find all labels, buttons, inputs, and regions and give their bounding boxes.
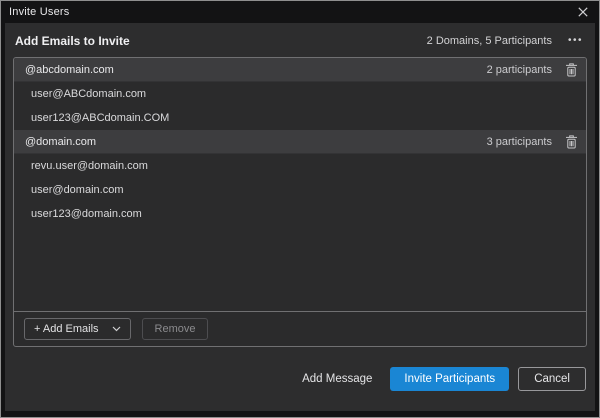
delete-domain-button[interactable] bbox=[562, 133, 580, 151]
domains-participants-summary: 2 Domains, 5 Participants bbox=[427, 35, 552, 47]
add-emails-button[interactable]: + Add Emails bbox=[24, 318, 131, 340]
participant-count: 3 participants bbox=[487, 136, 552, 148]
email-address: revu.user@domain.com bbox=[31, 160, 148, 172]
email-address: user123@ABCdomain.COM bbox=[31, 112, 169, 124]
close-icon bbox=[578, 7, 588, 17]
participant-count: 2 participants bbox=[487, 64, 552, 76]
trash-icon bbox=[565, 135, 578, 149]
domain-label: @domain.com bbox=[25, 136, 96, 148]
email-list-item[interactable]: user@domain.com bbox=[14, 178, 586, 202]
more-options-icon[interactable]: ••• bbox=[566, 34, 585, 48]
email-list-item[interactable]: user123@ABCdomain.COM bbox=[14, 106, 586, 130]
close-button[interactable] bbox=[575, 4, 591, 20]
email-list-container: @abcdomain.com 2 participants bbox=[13, 57, 587, 347]
list-toolbar: + Add Emails Remove bbox=[14, 311, 586, 346]
section-title: Add Emails to Invite bbox=[15, 34, 130, 48]
domain-label: @abcdomain.com bbox=[25, 64, 114, 76]
email-list-item[interactable]: revu.user@domain.com bbox=[14, 154, 586, 178]
remove-button[interactable]: Remove bbox=[142, 318, 209, 340]
domain-group-header[interactable]: @abcdomain.com 2 participants bbox=[14, 58, 586, 82]
delete-domain-button[interactable] bbox=[562, 61, 580, 79]
invite-participants-button[interactable]: Invite Participants bbox=[390, 367, 509, 391]
chevron-down-icon bbox=[112, 326, 121, 332]
email-list: @abcdomain.com 2 participants bbox=[14, 58, 586, 311]
email-list-item[interactable]: user@ABCdomain.com bbox=[14, 82, 586, 106]
trash-icon bbox=[565, 63, 578, 77]
title-bar: Invite Users bbox=[1, 1, 599, 22]
domain-group-header[interactable]: @domain.com 3 participants bbox=[14, 130, 586, 154]
email-list-item[interactable]: user123@domain.com bbox=[14, 202, 586, 226]
dialog-panel: Add Emails to Invite 2 Domains, 5 Partic… bbox=[5, 23, 595, 411]
add-message-button[interactable]: Add Message bbox=[302, 373, 372, 385]
cancel-button[interactable]: Cancel bbox=[518, 367, 586, 391]
panel-header: Add Emails to Invite 2 Domains, 5 Partic… bbox=[5, 23, 595, 57]
remove-label: Remove bbox=[155, 323, 196, 335]
window-title: Invite Users bbox=[9, 6, 69, 18]
dialog-footer: Add Message Invite Participants Cancel bbox=[5, 347, 595, 411]
email-address: user123@domain.com bbox=[31, 208, 142, 220]
email-address: user@ABCdomain.com bbox=[31, 88, 146, 100]
add-emails-label: + Add Emails bbox=[34, 323, 99, 335]
invite-users-dialog: Invite Users Add Emails to Invite 2 Doma… bbox=[0, 0, 600, 418]
email-address: user@domain.com bbox=[31, 184, 123, 196]
